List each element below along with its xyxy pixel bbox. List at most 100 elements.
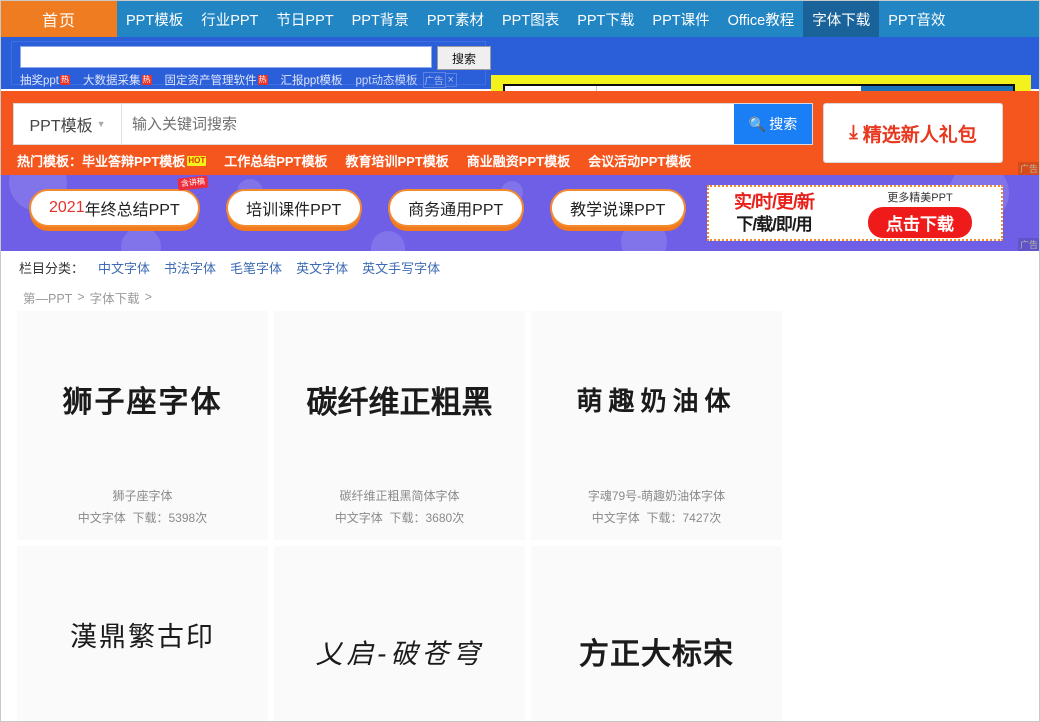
hot-link-education[interactable]: 教育培训PPT模板: [346, 151, 449, 170]
hot-label-text: 热门模板：: [17, 154, 83, 169]
download-icon: ⤓: [849, 122, 858, 143]
click-download-button[interactable]: 点击下载: [868, 206, 972, 238]
nav-item-font-download[interactable]: 字体下载: [803, 1, 880, 37]
gift-button-label: 精选新人礼包: [862, 124, 977, 146]
font-card-title: 字魂79号-萌趣奶油体字体: [587, 489, 726, 503]
font-card-title: 狮子座字体: [112, 489, 173, 503]
font-card-stats: 中文字体 下载：7427次: [531, 509, 782, 526]
font-card[interactable]: 狮子座字体 狮子座字体 中文字体 下载：5398次: [17, 311, 268, 540]
font-card[interactable]: 方正大标宋: [531, 546, 782, 721]
font-card-stats: 中文字体 下载：3680次: [274, 509, 525, 526]
blue-search-button[interactable]: 搜索: [437, 46, 491, 70]
hot-badge-icon: HOT: [187, 155, 207, 166]
keyword-text: 抽奖ppt: [20, 75, 59, 87]
font-card[interactable]: 乂启-破苍穹: [274, 546, 525, 721]
pill-year-summary-ppt[interactable]: 2021 年终总结PPT 含讲稿: [29, 175, 209, 227]
font-preview: 乂启-破苍穹: [274, 546, 525, 721]
nav-item-ppt-chart[interactable]: PPT图表: [493, 1, 568, 37]
font-card-meta: 狮子座字体 中文字体 下载：5398次: [17, 487, 268, 540]
nav-item-ppt-audio[interactable]: PPT音效: [879, 1, 954, 37]
pill-business-general-ppt[interactable]: 商务通用PPT: [387, 189, 524, 227]
breadcrumb-item-font-download[interactable]: 字体下载: [90, 288, 140, 307]
purple-pill-row: 2021 年终总结PPT 含讲稿 培训课件PPT 商务通用PPT 教学说课PPT: [29, 175, 686, 227]
font-card-meta: 碳纤维正粗黑简体字体 中文字体 下载：3680次: [274, 487, 525, 540]
font-preview: 萌趣奶油体: [531, 311, 782, 487]
font-card-meta: 字魂79号-萌趣奶油体字体 中文字体 下载：7427次: [531, 487, 782, 540]
nav-item-industry-ppt[interactable]: 行业PPT: [192, 1, 267, 37]
pill-badge: 含讲稿: [177, 175, 209, 191]
font-card-category: 中文字体: [591, 511, 640, 525]
ad-marker-label: 广告: [422, 72, 446, 88]
nav-item-ppt-material[interactable]: PPT素材: [418, 1, 493, 37]
nav-item-office-tutorial[interactable]: Office教程: [719, 1, 804, 37]
blue-search-input[interactable]: [20, 46, 432, 68]
category-link-calligraphy-font[interactable]: 书法字体: [164, 258, 216, 277]
keyword-text: 大数据采集: [83, 75, 141, 87]
keyword-link[interactable]: 抽奖ppt 热: [20, 72, 70, 88]
font-preview: 碳纤维正粗黑: [274, 311, 525, 487]
orange-promo-banner: PPT模板 ▼ 🔍 搜索 热门模板：毕业答辩PPT模板HOT 工作总结PPT模板…: [1, 91, 1039, 175]
ad-marker-label: 广告: [1017, 238, 1039, 251]
font-card[interactable]: 漢鼎繁古印 汉鼎繁古印字体 中文字体 下载：2487次: [17, 546, 268, 721]
pill-prefix: 2021: [49, 199, 85, 216]
hot-link-meeting[interactable]: 会议活动PPT模板: [588, 151, 691, 170]
hot-link-graduation[interactable]: 毕业答辩PPT模板: [82, 151, 185, 170]
advertisement-row: 搜索 抽奖ppt 热 大数据采集热 固定资产管理软件热 汇报ppt模板 ppt动态…: [1, 37, 1039, 127]
hot-badge-icon: 热: [257, 75, 268, 85]
new-user-gift-button[interactable]: ⤓ 精选新人礼包: [823, 103, 1003, 163]
hot-link-worksummary[interactable]: 工作总结PPT模板: [224, 151, 327, 170]
breadcrumb-item-home[interactable]: 第—PPT: [23, 288, 72, 307]
nav-item-ppt-download[interactable]: PPT下载: [568, 1, 643, 37]
font-card-downloads: 7427次: [682, 511, 722, 525]
font-card[interactable]: 萌趣奶油体 字魂79号-萌趣奶油体字体 中文字体 下载：7427次: [531, 311, 782, 540]
font-card-downloads: 5398次: [168, 511, 208, 525]
hot-link-business[interactable]: 商业融资PPT模板: [467, 151, 570, 170]
pill-label: 培训课件PPT: [246, 202, 342, 219]
breadcrumb-separator: >: [77, 290, 85, 304]
nav-item-ppt-courseware[interactable]: PPT课件: [643, 1, 718, 37]
font-preview-text: 方正大标宋: [579, 638, 734, 671]
nav-item-holiday-ppt[interactable]: 节日PPT: [267, 1, 342, 37]
font-card-downloads-label: 下载：: [646, 511, 683, 525]
template-search-button[interactable]: 🔍 搜索: [734, 104, 812, 144]
chevron-down-icon: ▼: [96, 119, 106, 129]
template-category-dropdown[interactable]: PPT模板 ▼: [14, 104, 122, 144]
font-card[interactable]: 碳纤维正粗黑 碳纤维正粗黑简体字体 中文字体 下载：3680次: [274, 311, 525, 540]
hot-template-links: 热门模板： 毕业答辩PPT模板 HOT 工作总结PPT模板 教育培训PPT模板 商业…: [17, 151, 709, 170]
purple-ad-more-label: 更多精美PPT: [887, 191, 953, 204]
category-link-chinese-font[interactable]: 中文字体: [98, 258, 150, 277]
pill-label: 年终总结PPT: [84, 202, 180, 219]
pill-training-courseware-ppt[interactable]: 培训课件PPT: [225, 189, 362, 227]
keyword-text: ppt动态模板: [355, 75, 418, 87]
nav-item-home[interactable]: 首页: [1, 1, 117, 37]
keyword-link[interactable]: 固定资产管理软件热: [165, 72, 268, 88]
font-card-grid: 狮子座字体 狮子座字体 中文字体 下载：5398次 碳纤维正粗黑 碳纤维正粗黑简…: [17, 311, 1029, 721]
hot-badge-icon: 热: [141, 75, 152, 85]
font-preview: 狮子座字体: [17, 311, 268, 487]
breadcrumb: 第—PPT > 字体下载 >: [1, 283, 1039, 311]
close-ad-icon[interactable]: ×: [445, 73, 457, 87]
hot-badge-icon: 热: [60, 75, 70, 85]
search-icon: 🔍: [748, 115, 767, 132]
category-link-brush-font[interactable]: 毛笔字体: [230, 258, 282, 277]
nav-item-ppt-background[interactable]: PPT背景: [343, 1, 418, 37]
keyword-link[interactable]: 大数据采集热: [83, 72, 152, 88]
purple-ad-line1: 实/时/更/新: [733, 192, 815, 213]
font-preview: 方正大标宋: [531, 546, 782, 721]
keyword-link[interactable]: ppt动态模板: [356, 72, 418, 88]
font-card-downloads-label: 下载：: [389, 511, 426, 525]
category-link-english-handwriting-font[interactable]: 英文手写字体: [362, 258, 440, 277]
category-link-english-font[interactable]: 英文字体: [296, 258, 348, 277]
ad-marker-label: 广告: [1017, 162, 1039, 175]
template-search-group: PPT模板 ▼ 🔍 搜索: [13, 103, 813, 145]
decorative-bubble: [371, 231, 405, 251]
template-search-input[interactable]: [122, 104, 734, 144]
nav-item-ppt-templates[interactable]: PPT模板: [117, 1, 192, 37]
font-card-category: 中文字体: [77, 511, 126, 525]
purple-ad-card[interactable]: 实/时/更/新 下/载/即/用 更多精美PPT 点击下载: [707, 185, 1003, 241]
pill-teaching-lecture-ppt[interactable]: 教学说课PPT: [549, 189, 686, 227]
blue-keyword-list: 抽奖ppt 热 大数据采集热 固定资产管理软件热 汇报ppt模板 ppt动态模板 …: [20, 72, 480, 88]
keyword-text: 汇报ppt模板: [280, 75, 343, 87]
category-row-label: 栏目分类：: [19, 260, 85, 276]
keyword-link[interactable]: 汇报ppt模板: [281, 72, 343, 88]
